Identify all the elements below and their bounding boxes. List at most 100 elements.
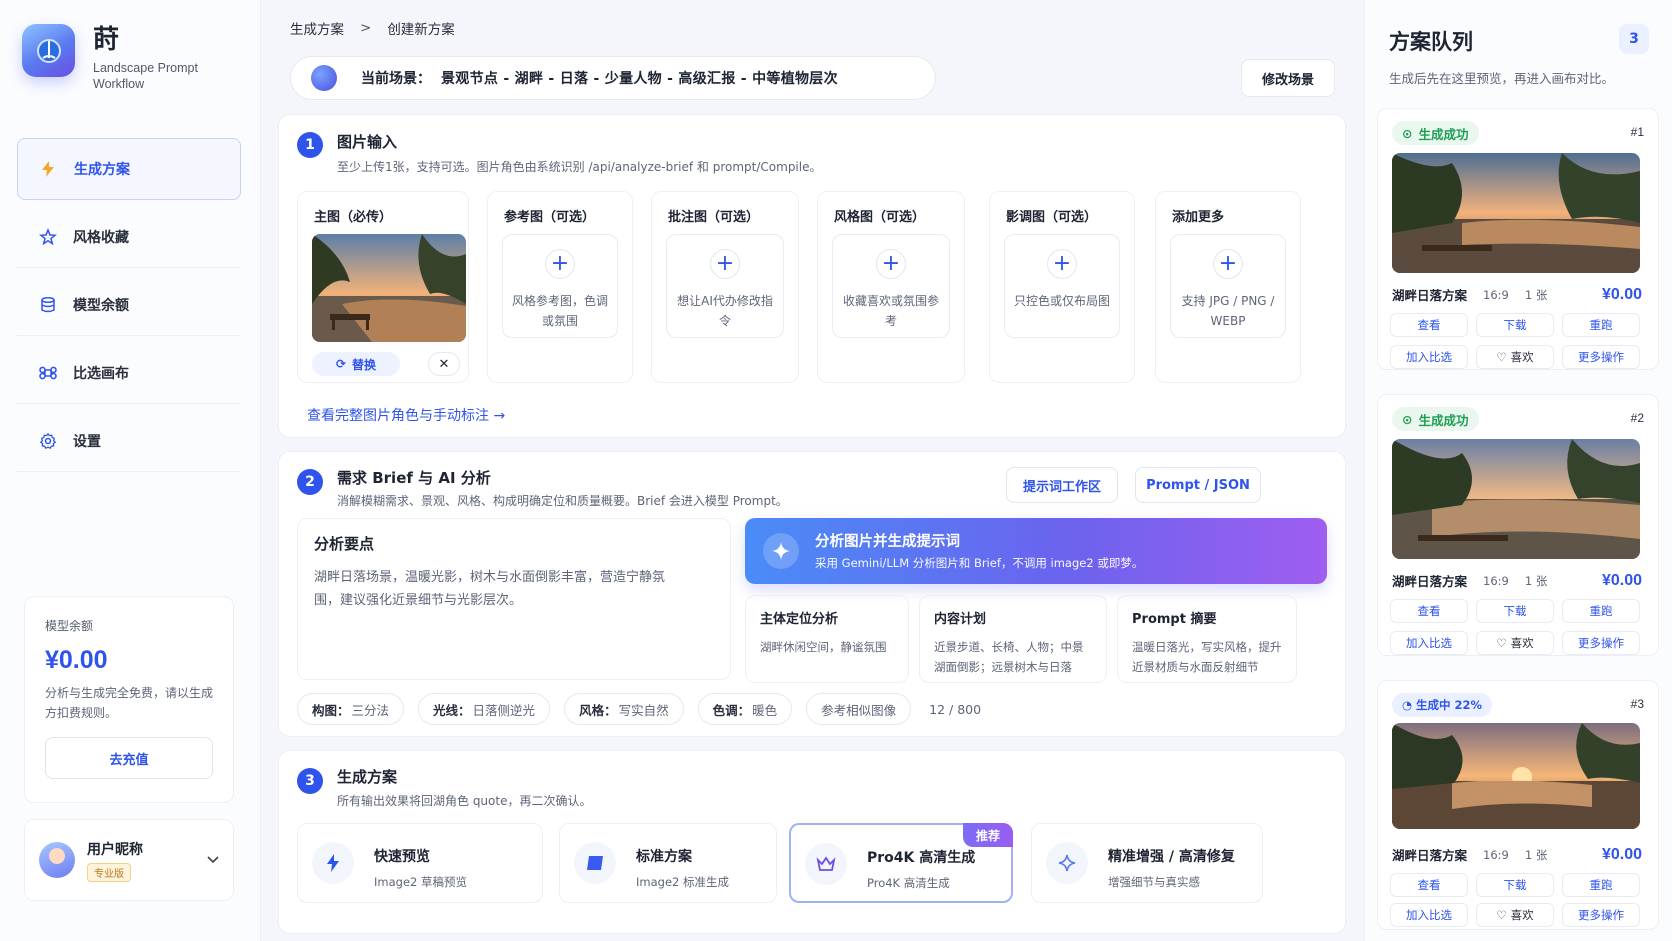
add-compare-button[interactable]: 加入比选 xyxy=(1390,631,1468,655)
slot-add-more[interactable]: 添加更多 + 支持 JPG / PNG / WEBP xyxy=(1155,191,1301,383)
card-text: 近景步道、长椅、人物；中景湖面倒影；远景树木与日落 xyxy=(934,640,1084,674)
option-title: 精准增强 / 高清修复 xyxy=(1108,849,1235,865)
queue-title: 方案队列 xyxy=(1389,30,1473,54)
option-subtitle: Image2 草稿预览 xyxy=(374,875,467,889)
image-input-section: 1 图片输入 至少上传1张，支持可选。图片角色由系统识别 /api/analyz… xyxy=(278,114,1346,438)
section-title: 需求 Brief 与 AI 分析 xyxy=(337,469,491,487)
like-button[interactable]: ♡ 喜欢 xyxy=(1476,631,1554,655)
prompt-workspace-button[interactable]: 提示词工作区 xyxy=(1006,467,1118,503)
chevron-down-icon[interactable] xyxy=(207,853,219,868)
status-text: 生成成功 xyxy=(1418,412,1469,428)
card-title: Prompt 摘要 xyxy=(1132,612,1217,627)
option-title: Pro4K 高清生成 xyxy=(867,850,976,866)
tag-value: 日落侧逆光 xyxy=(472,702,536,718)
view-image-roles-link[interactable]: 查看完整图片角色与手动标注 → xyxy=(307,405,505,425)
edit-scene-button[interactable]: 修改场景 xyxy=(1241,59,1335,97)
like-button[interactable]: ♡ 喜欢 xyxy=(1476,903,1554,927)
remove-image-button[interactable]: ✕ xyxy=(428,352,460,376)
view-button[interactable]: 查看 xyxy=(1390,599,1468,623)
download-button[interactable]: 下载 xyxy=(1476,873,1554,897)
tag-color[interactable]: 色调： 暖色 xyxy=(697,693,793,725)
upload-box[interactable]: + 支持 JPG / PNG / WEBP xyxy=(1170,234,1286,338)
analysis-text: 湖畔日落场景，温暖光影，树木与水面倒影丰富，营造宁静氛围，建议强化近景细节与光影… xyxy=(314,570,666,608)
card-title: 内容计划 xyxy=(934,612,987,627)
card-title: 主体定位分析 xyxy=(760,612,839,627)
plus-icon: + xyxy=(1047,249,1077,279)
replace-button[interactable]: ⟳ 替换 xyxy=(312,352,400,376)
prompt-json-button[interactable]: Prompt / JSON xyxy=(1135,467,1261,503)
tag-style[interactable]: 风格： 写实自然 xyxy=(564,693,684,725)
option-subtitle: Pro4K 高清生成 xyxy=(867,876,950,890)
breadcrumb-separator: > xyxy=(360,20,372,36)
view-button[interactable]: 查看 xyxy=(1390,313,1468,337)
status-badge: ⊙ 生成成功 xyxy=(1392,407,1479,431)
download-button[interactable]: 下载 xyxy=(1476,599,1554,623)
view-button[interactable]: 查看 xyxy=(1390,873,1468,897)
section-desc: 消解模糊需求、景观、风格、构成明确定位和质量概要。Brief 会进入模型 Pro… xyxy=(337,494,788,508)
option-pro4k[interactable]: Pro4K 高清生成 Pro4K 高清生成 推荐 xyxy=(789,823,1013,903)
queue-meta: 湖畔日落方案 16:9 1 张 ¥0.00 xyxy=(1392,845,1642,864)
tag-lighting[interactable]: 光线： 日落侧逆光 xyxy=(418,693,551,725)
sidebar-item-balance[interactable]: 模型余额 xyxy=(17,274,241,336)
analyze-generate-button[interactable]: 分析图片并生成提示词 采用 Gemini/LLM 分析图片和 Brief，不调用… xyxy=(745,518,1327,584)
status-badge: ⊙ 生成成功 xyxy=(1392,121,1479,145)
queue-index: #3 xyxy=(1630,697,1644,711)
queue-meta: 湖畔日落方案 16:9 1 张 ¥0.00 xyxy=(1392,571,1642,590)
rerun-button[interactable]: 重跑 xyxy=(1562,873,1640,897)
section-desc: 所有输出效果将回湖角色 quote，再二次确认。 xyxy=(337,794,592,808)
option-enhance[interactable]: 精准增强 / 高清修复 增强细节与真实感 xyxy=(1031,823,1263,903)
slot-annotation[interactable]: 批注图（可选） + 想让AI代办修改指令 xyxy=(651,191,799,383)
option-quick-preview[interactable]: 快速预览 Image2 草稿预览 xyxy=(297,823,543,903)
breadcrumb-root[interactable]: 生成方案 xyxy=(290,18,344,38)
check-circle-icon: ⊙ xyxy=(1402,411,1413,427)
tag-similar-images[interactable]: 参考相似图像 xyxy=(806,693,912,725)
heart-icon: ♡ xyxy=(1496,908,1507,922)
database-icon xyxy=(39,296,59,314)
rerun-button[interactable]: 重跑 xyxy=(1562,313,1640,337)
brand: 莳 Landscape Prompt Workflow xyxy=(22,24,203,92)
slot-style[interactable]: 风格图（可选） + 收藏喜欢或氛围参考 xyxy=(817,191,965,383)
more-actions-button[interactable]: 更多操作 xyxy=(1562,345,1640,369)
more-actions-button[interactable]: 更多操作 xyxy=(1562,631,1640,655)
slot-tone[interactable]: 影调图（可选） + 只控色或仅布局图 xyxy=(989,191,1135,383)
slot-reference[interactable]: 参考图（可选） + 风格参考图，色调或氛围 xyxy=(487,191,633,383)
add-compare-button[interactable]: 加入比选 xyxy=(1390,345,1468,369)
upload-box[interactable]: + 只控色或仅布局图 xyxy=(1004,234,1120,338)
sidebar-item-styles[interactable]: 风格收藏 xyxy=(17,206,241,268)
slot-hint: 收藏喜欢或氛围参考 xyxy=(842,294,939,328)
upload-box[interactable]: + 风格参考图，色调或氛围 xyxy=(502,234,618,338)
sidebar-item-generate[interactable]: 生成方案 xyxy=(17,138,241,200)
rerun-button[interactable]: 重跑 xyxy=(1562,599,1640,623)
like-button[interactable]: ♡ 喜欢 xyxy=(1476,345,1554,369)
user-card[interactable]: 用户昵称 专业版 xyxy=(24,819,234,901)
sidebar-item-settings[interactable]: 设置 xyxy=(17,410,241,472)
upload-box[interactable]: + 收藏喜欢或氛围参考 xyxy=(832,234,950,338)
option-standard[interactable]: 标准方案 Image2 标准生成 xyxy=(559,823,777,903)
content-plan-card: 内容计划 近景步道、长椅、人物；中景湖面倒影；远景树木与日落 xyxy=(919,595,1107,683)
upload-box[interactable]: + 想让AI代办修改指令 xyxy=(666,234,784,338)
result-thumbnail[interactable] xyxy=(1392,723,1640,829)
main-image-thumbnail[interactable] xyxy=(312,234,466,342)
tag-value: 写实自然 xyxy=(618,702,669,718)
download-button[interactable]: 下载 xyxy=(1476,313,1554,337)
tag-key: 光线： xyxy=(433,702,471,718)
tag-composition[interactable]: 构图： 三分法 xyxy=(297,693,405,725)
add-compare-button[interactable]: 加入比选 xyxy=(1390,903,1468,927)
result-thumbnail[interactable] xyxy=(1392,153,1640,273)
more-actions-button[interactable]: 更多操作 xyxy=(1562,903,1640,927)
square-icon xyxy=(574,842,616,884)
heart-icon: ♡ xyxy=(1496,350,1507,364)
sidebar-item-canvas[interactable]: 比选画布 xyxy=(17,342,241,404)
option-title: 标准方案 xyxy=(636,849,692,865)
plan-ratio: 16:9 xyxy=(1483,573,1509,588)
replace-label: 替换 xyxy=(352,357,377,372)
slot-hint: 只控色或仅布局图 xyxy=(1013,294,1110,308)
recharge-button[interactable]: 去充值 xyxy=(45,737,213,779)
like-label: 喜欢 xyxy=(1510,636,1534,650)
result-thumbnail[interactable] xyxy=(1392,439,1640,559)
sidebar-nav: 生成方案 风格收藏 模型余额 比选画布 设置 xyxy=(17,138,241,478)
avatar xyxy=(39,842,75,878)
plus-icon: + xyxy=(710,249,740,279)
card-text: 湖畔休闲空间，静谧氛围 xyxy=(760,640,887,654)
command-icon xyxy=(39,364,59,382)
